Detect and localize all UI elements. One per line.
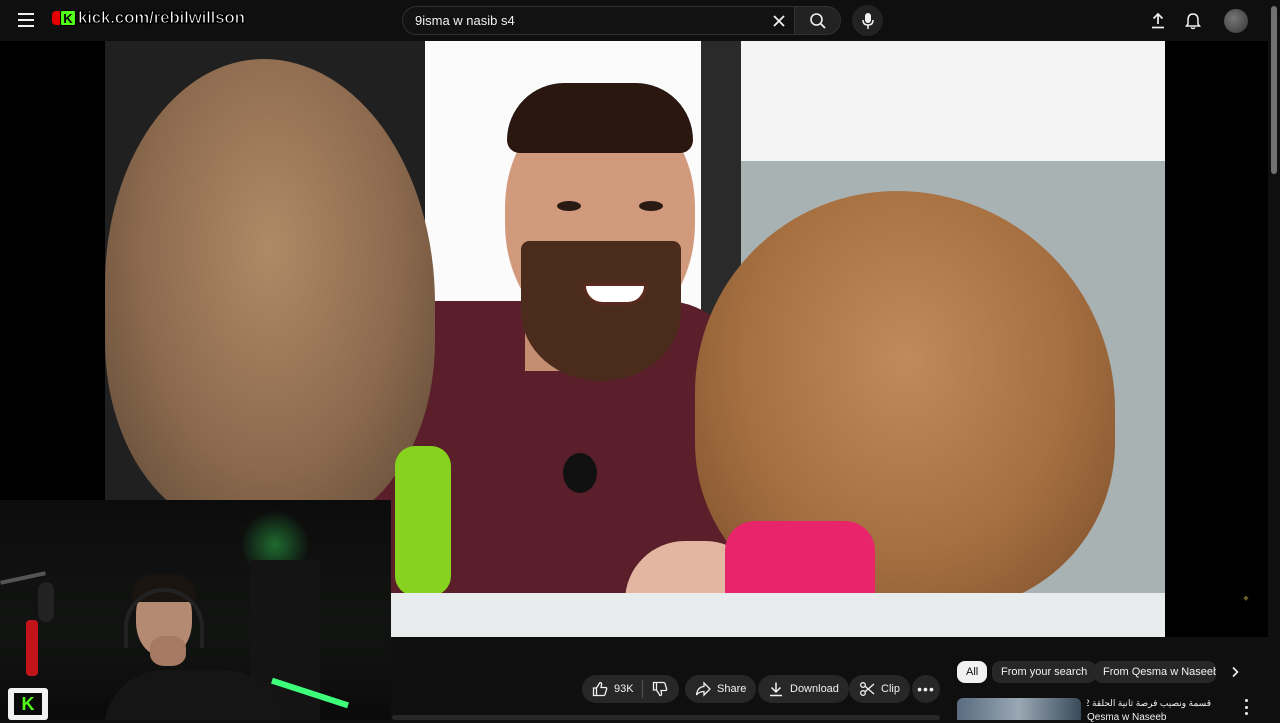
hamburger-icon[interactable] (14, 10, 38, 30)
microphone-icon (861, 12, 874, 29)
share-button[interactable]: Share (685, 675, 757, 703)
like-count: 93K (614, 683, 634, 695)
voice-search-button[interactable] (852, 5, 883, 36)
kebab-menu-icon[interactable] (1239, 699, 1253, 715)
search-input[interactable] (403, 12, 764, 29)
download-label: Download (790, 683, 839, 695)
search-icon (809, 12, 826, 29)
like-dislike-group: 93K (582, 675, 679, 703)
webcam-overlay: K (0, 500, 391, 720)
chevron-right-icon[interactable] (1224, 661, 1246, 683)
bell-icon[interactable] (1181, 9, 1205, 33)
kick-logo-icon: K (60, 10, 76, 26)
search-button[interactable] (794, 6, 841, 35)
avatar[interactable] (1224, 9, 1248, 33)
chip-from-your-search[interactable]: From your search (992, 661, 1097, 683)
channel-watermark-icon: ◆ (1243, 595, 1249, 602)
kick-handle-text: kick.com/rebilwillson (78, 8, 246, 28)
close-icon[interactable] (764, 7, 794, 35)
share-icon (695, 681, 711, 697)
recommendation-channel[interactable]: Qesma w Naseeb (1087, 712, 1166, 723)
scrollbar-thumb[interactable] (1271, 6, 1277, 174)
recommendation-title[interactable]: قسمة ونصيب فرصة ثانية الحلقة 2 - (1087, 698, 1211, 709)
thumbs-up-icon (592, 681, 608, 697)
microphone-arm (0, 571, 46, 585)
upload-icon[interactable] (1146, 9, 1170, 33)
more-actions-button[interactable]: ••• (912, 675, 940, 703)
page-scrollbar[interactable] (1268, 0, 1280, 720)
like-button[interactable]: 93K (582, 675, 642, 703)
search-box (402, 6, 794, 35)
kick-logo-letter: K (14, 693, 42, 715)
clip-button[interactable]: Clip (849, 675, 910, 703)
download-icon (770, 682, 782, 697)
thumbs-down-icon (652, 681, 667, 697)
recommendation-thumbnail[interactable] (957, 698, 1081, 720)
dislike-button[interactable] (643, 675, 677, 703)
clip-label: Clip (881, 683, 900, 695)
kick-logo-icon: K (8, 688, 48, 720)
kick-overlay-banner: K kick.com/rebilwillson (52, 7, 246, 29)
download-button[interactable]: Download (758, 675, 849, 703)
chip-all[interactable]: All (957, 661, 988, 683)
masthead: K kick.com/rebilwillson (0, 0, 1280, 41)
chip-from-channel[interactable]: From Qesma w Naseeb (1094, 661, 1216, 683)
description-box[interactable] (392, 715, 940, 720)
more-horizontal-icon: ••• (917, 681, 935, 697)
share-label: Share (717, 683, 747, 695)
scissors-icon (860, 682, 875, 696)
